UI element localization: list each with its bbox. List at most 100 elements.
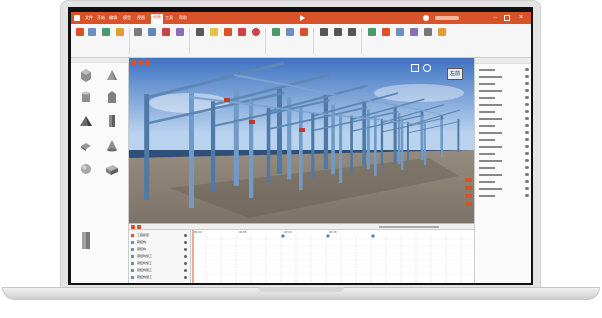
minimize-icon[interactable]: –	[491, 14, 499, 22]
menu-item[interactable]: 动画	[151, 14, 163, 24]
library-item-wedge[interactable]	[105, 68, 119, 82]
visibility-icon[interactable]	[525, 124, 529, 127]
outline-row[interactable]	[477, 95, 530, 101]
library-item-slab[interactable]	[79, 138, 93, 152]
timeline-grid[interactable]: 00:00 00:05 00:10 00:15	[190, 230, 474, 283]
ribbon-button-record[interactable]	[251, 27, 261, 49]
outline-row[interactable]	[477, 186, 530, 192]
visibility-icon[interactable]	[525, 82, 529, 85]
user-avatar[interactable]	[423, 15, 429, 21]
ribbon-button-light[interactable]	[209, 27, 219, 49]
ribbon-button-export[interactable]	[367, 27, 377, 49]
visibility-icon[interactable]	[525, 187, 529, 190]
outline-row[interactable]	[477, 109, 530, 115]
track-visibility-icon[interactable]	[184, 234, 187, 237]
library-item-block[interactable]	[105, 162, 119, 176]
ribbon-button-camera[interactable]	[195, 27, 205, 49]
ribbon-button-structure[interactable]	[147, 27, 157, 49]
outline-row[interactable]	[477, 172, 530, 178]
outline-row[interactable]	[477, 81, 530, 87]
ribbon-button-keyframe[interactable]	[299, 27, 309, 49]
visibility-icon[interactable]	[525, 68, 529, 71]
library-item-pyramid[interactable]	[79, 114, 93, 128]
maximize-icon[interactable]	[504, 15, 510, 21]
outline-row[interactable]	[477, 137, 530, 143]
visibility-icon[interactable]	[525, 89, 529, 92]
ribbon-button-rotate[interactable]	[333, 27, 343, 49]
visibility-icon[interactable]	[525, 180, 529, 183]
tool-icon[interactable]	[465, 178, 472, 182]
visibility-icon[interactable]	[525, 75, 529, 78]
ribbon-button-share[interactable]	[409, 27, 419, 49]
ribbon-button-save[interactable]	[101, 27, 111, 49]
track-row[interactable]: 钢结构	[131, 246, 189, 253]
ribbon-button-video[interactable]	[381, 27, 391, 49]
visibility-icon[interactable]	[525, 110, 529, 113]
track-row[interactable]: 钢结构施工	[131, 253, 189, 260]
track-row[interactable]: 钢结构	[131, 239, 189, 246]
ribbon-button-render[interactable]	[223, 27, 233, 49]
nav-orbit-icon[interactable]	[138, 60, 143, 65]
fullscreen-icon[interactable]	[411, 64, 419, 72]
outline-row[interactable]	[477, 123, 530, 129]
outline-row[interactable]	[477, 179, 530, 185]
outline-row[interactable]	[477, 74, 530, 80]
scene-viewport[interactable]: 左前	[129, 58, 474, 223]
nav-move-icon[interactable]	[131, 60, 136, 65]
menu-item[interactable]: 工具	[165, 15, 173, 21]
ribbon-button-new[interactable]	[75, 27, 85, 49]
track-row[interactable]: 钢结构施工	[131, 274, 189, 281]
ribbon-button-help[interactable]	[437, 27, 447, 49]
visibility-icon[interactable]	[525, 159, 529, 162]
ribbon-button-layer[interactable]	[175, 27, 185, 49]
ribbon-button-import[interactable]	[115, 27, 125, 49]
library-item-tower[interactable]	[79, 231, 93, 249]
tool-icon[interactable]	[465, 194, 472, 198]
menu-item[interactable]: 开始	[97, 15, 105, 21]
keyframe-marker[interactable]	[281, 234, 285, 238]
outline-row[interactable]	[477, 88, 530, 94]
outline-row[interactable]	[477, 158, 530, 164]
menu-item[interactable]: 模型	[123, 15, 131, 21]
library-item-cone[interactable]	[105, 138, 119, 152]
library-item-prism[interactable]	[105, 90, 119, 104]
outline-row[interactable]	[477, 193, 530, 199]
library-item-cylinder[interactable]	[79, 90, 93, 104]
ribbon-button-scale[interactable]	[347, 27, 357, 49]
visibility-icon[interactable]	[525, 131, 529, 134]
outline-row[interactable]	[477, 102, 530, 108]
outline-row[interactable]	[477, 165, 530, 171]
scene-canvas[interactable]	[129, 58, 474, 223]
track-visibility-icon[interactable]	[184, 241, 187, 244]
visibility-icon[interactable]	[525, 152, 529, 155]
ribbon-button-open[interactable]	[87, 27, 97, 49]
nav-zoom-icon[interactable]	[145, 60, 150, 65]
ribbon-button-image[interactable]	[395, 27, 405, 49]
outline-row[interactable]	[477, 116, 530, 122]
visibility-icon[interactable]	[525, 173, 529, 176]
keyframe-marker[interactable]	[371, 234, 375, 238]
track-visibility-icon[interactable]	[184, 269, 187, 272]
ribbon-button-model[interactable]	[133, 27, 143, 49]
keyframe-marker[interactable]	[326, 234, 330, 238]
ribbon-button-animate[interactable]	[271, 27, 281, 49]
outline-row[interactable]	[477, 67, 530, 73]
close-icon[interactable]: ×	[517, 13, 525, 23]
menu-item[interactable]: 编辑	[109, 15, 117, 21]
outline-row[interactable]	[477, 151, 530, 157]
add-track-icon[interactable]	[131, 225, 135, 229]
library-item-sphere[interactable]	[79, 162, 93, 176]
visibility-icon[interactable]	[525, 166, 529, 169]
view-cube[interactable]: 左前	[447, 68, 463, 80]
track-row[interactable]: 钢结构施工	[131, 267, 189, 274]
tool-icon[interactable]	[465, 186, 472, 190]
menu-item[interactable]: 帮助	[179, 15, 187, 21]
library-item-cube[interactable]	[79, 68, 93, 82]
track-visibility-icon[interactable]	[184, 255, 187, 258]
track-row[interactable]: 工程模型	[131, 232, 189, 239]
ribbon-button-path[interactable]	[285, 27, 295, 49]
track-visibility-icon[interactable]	[184, 248, 187, 251]
visibility-icon[interactable]	[525, 194, 529, 197]
track-visibility-icon[interactable]	[184, 276, 187, 279]
tool-icon[interactable]	[465, 202, 472, 206]
